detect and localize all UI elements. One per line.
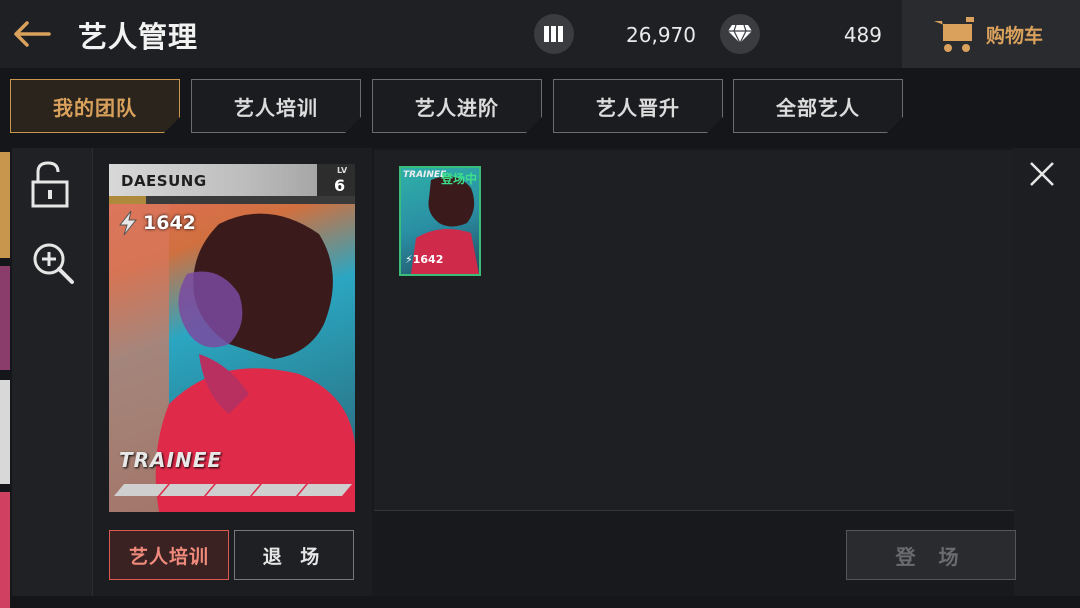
artist-training-button[interactable]: 艺人培训 (109, 530, 229, 580)
cart-label: 购物车 (986, 24, 1044, 47)
back-arrow-icon (14, 21, 51, 47)
diamond-count: 489 (843, 23, 882, 47)
card-count: 26,970 (626, 23, 696, 47)
card-deck-icon (534, 14, 574, 54)
close-button[interactable] (1016, 148, 1068, 200)
zoom-in-icon[interactable] (30, 240, 76, 286)
roster-card-grade: TRAINEE (403, 170, 447, 180)
roster-card[interactable]: TRAINEE 登场中 ⚡1642 (399, 166, 481, 276)
lightning-icon (118, 210, 138, 236)
page-title: 艺人管理 (78, 20, 199, 54)
roster-card-power-value: 1642 (412, 253, 444, 266)
level-value: 6 (334, 176, 346, 195)
cart-icon (934, 17, 974, 52)
close-icon (1030, 162, 1054, 186)
deploy-button[interactable]: 登 场 (846, 530, 1016, 580)
tab-label: 艺人进阶 (415, 95, 499, 120)
star-bar (113, 484, 353, 496)
level-label: LV (337, 166, 348, 175)
xp-bar-fill (109, 196, 146, 204)
tools-column (12, 148, 92, 596)
level-box: LV 6 (317, 164, 355, 196)
tab-artist-promotion[interactable]: 艺人晋升 (553, 79, 723, 133)
tab-label: 艺人晋升 (596, 95, 680, 120)
deployed-badge: 登场中 (440, 172, 477, 186)
tab-artist-advance[interactable]: 艺人进阶 (372, 79, 542, 133)
roster-card-power: ⚡1642 (405, 253, 444, 266)
tab-label: 全部艺人 (776, 95, 860, 120)
background-card-edge (0, 152, 10, 258)
tab-label: 我的团队 (53, 95, 137, 120)
unlock-icon[interactable] (28, 160, 72, 210)
back-button[interactable] (10, 14, 54, 54)
tab-artist-training[interactable]: 艺人培训 (191, 79, 361, 133)
background-card-edge (0, 266, 10, 370)
power-display: 1642 (117, 210, 196, 236)
artist-card[interactable]: DAESUNG LV 6 1642 TRAINEE (109, 164, 355, 512)
tab-all-artists[interactable]: 全部艺人 (733, 79, 903, 133)
card-header: DAESUNG LV 6 (109, 164, 355, 196)
power-value: 1642 (143, 212, 196, 234)
leave-button[interactable]: 退 场 (234, 530, 354, 580)
cart-button[interactable]: 购物车 (902, 0, 1080, 68)
grade-label: TRAINEE (119, 448, 223, 472)
tab-my-team[interactable]: 我的团队 (10, 79, 180, 133)
tab-label: 艺人培训 (234, 95, 318, 120)
background-card-edge (0, 380, 10, 484)
star-segment (297, 484, 353, 496)
diamond-icon (720, 14, 760, 54)
close-column (1014, 148, 1080, 596)
artist-name: DAESUNG (121, 172, 207, 190)
xp-bar (109, 196, 355, 204)
background-card-edge (0, 492, 10, 608)
